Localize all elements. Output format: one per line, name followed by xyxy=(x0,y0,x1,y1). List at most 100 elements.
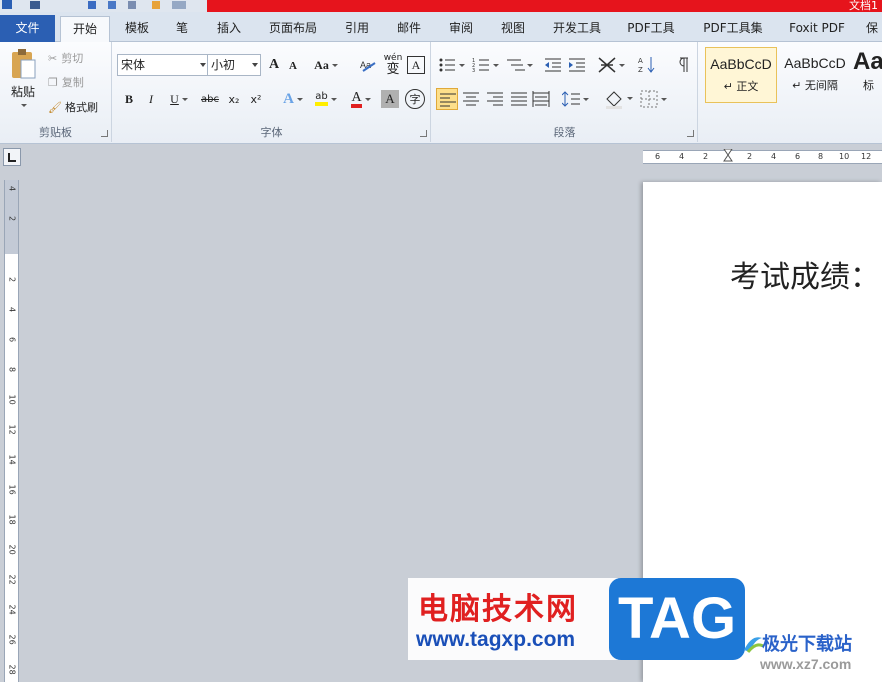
font-launcher-icon[interactable] xyxy=(420,130,427,137)
tab-page-layout[interactable]: 页面布局 xyxy=(260,16,326,42)
ruler-v-mark: 20 xyxy=(7,544,17,555)
text-effect-button[interactable]: A xyxy=(279,89,307,109)
tab-pdf-toolset[interactable]: PDF工具集 xyxy=(694,16,772,42)
phonetic-char: 变 xyxy=(386,62,400,77)
clear-format-icon[interactable]: Aa xyxy=(357,55,379,75)
quick-access-toolbar[interactable] xyxy=(2,0,202,10)
bullets-icon[interactable] xyxy=(438,56,466,74)
watermark-tag-logo: TAG xyxy=(609,578,745,660)
align-right-icon[interactable] xyxy=(486,90,504,108)
justify-icon[interactable] xyxy=(510,90,528,108)
paste-button[interactable]: 粘贴 xyxy=(4,82,42,100)
line-spacing-icon[interactable] xyxy=(562,90,590,108)
ruler-v-mark: 4 xyxy=(7,306,17,313)
clipboard-launcher-icon[interactable] xyxy=(101,130,108,137)
strikethrough-button[interactable]: abc xyxy=(199,90,221,108)
paste-dropdown[interactable] xyxy=(16,100,28,110)
horizontal-ruler[interactable]: 6 4 2 2 4 6 8 10 12 xyxy=(643,149,882,167)
ruler-h-mark: 10 xyxy=(839,152,850,161)
copy-label: 复制 xyxy=(61,76,84,89)
document-text[interactable]: 考试成绩： xyxy=(730,252,880,296)
indent-marker-icon[interactable] xyxy=(723,149,733,167)
ruler-v-mark: 22 xyxy=(7,574,17,585)
show-marks-icon[interactable] xyxy=(676,56,690,74)
increase-indent-icon[interactable] xyxy=(568,56,586,74)
tab-review[interactable]: 审阅 xyxy=(438,16,484,42)
tab-view[interactable]: 视图 xyxy=(490,16,536,42)
style-no-spacing[interactable]: AaBbCcD ↵ 无间隔 xyxy=(779,47,851,103)
tab-insert[interactable]: 插入 xyxy=(206,16,252,42)
chevron-down-icon xyxy=(364,97,371,101)
chevron-down-icon xyxy=(331,63,338,67)
font-size-combo[interactable]: 小初 xyxy=(207,54,261,76)
sort-icon[interactable]: AZ xyxy=(638,55,656,75)
highlight-button[interactable]: ab xyxy=(311,89,341,109)
tab-foxit-pdf[interactable]: Foxit PDF xyxy=(780,16,854,42)
font-color-button[interactable]: A xyxy=(347,89,375,109)
phonetic-guide-button[interactable]: wén 变 xyxy=(381,54,405,77)
group-font: 宋体 小初 A A Aa Aa wén 变 A B I U abc x₂ x² A… xyxy=(113,42,431,142)
paste-icon[interactable] xyxy=(6,46,40,84)
ruler-v-mark: 24 xyxy=(7,604,17,615)
tab-home[interactable]: 开始 xyxy=(60,16,110,43)
tab-file[interactable]: 文件 xyxy=(0,15,55,42)
grow-font-button[interactable]: A xyxy=(265,56,283,74)
ruler-v-mark: 16 xyxy=(7,484,17,495)
style-normal[interactable]: AaBbCcD ↵ 正文 xyxy=(705,47,777,103)
tab-pdf-tools[interactable]: PDF工具 xyxy=(618,16,684,42)
tab-pen[interactable]: 笔 xyxy=(164,16,200,42)
aurora-logo-icon xyxy=(744,637,764,653)
vertical-ruler[interactable]: 4 2 2 4 6 8 10 12 14 16 18 20 22 24 26 2… xyxy=(4,180,19,682)
style-heading[interactable]: Aa 标 xyxy=(853,47,882,103)
underline-button[interactable]: U xyxy=(165,90,193,108)
copy-button[interactable]: ❐ 复制 xyxy=(48,73,98,91)
align-center-icon[interactable] xyxy=(462,90,480,108)
svg-text:A: A xyxy=(638,57,643,65)
tab-selector-button[interactable] xyxy=(3,148,21,166)
watermark-download-url: www.xz7.com xyxy=(760,656,852,672)
bold-button[interactable]: B xyxy=(121,90,137,108)
superscript-button[interactable]: x² xyxy=(247,90,265,108)
distribute-icon[interactable] xyxy=(532,90,550,108)
tab-template[interactable]: 模板 xyxy=(114,16,160,42)
chinese-layout-icon[interactable] xyxy=(598,56,626,74)
italic-button[interactable]: I xyxy=(143,90,159,108)
numbering-icon[interactable]: 123 xyxy=(472,56,500,74)
subscript-button[interactable]: x₂ xyxy=(225,90,243,108)
clipboard-group-label: 剪贴板 xyxy=(39,126,72,139)
font-name-combo[interactable]: 宋体 xyxy=(117,54,209,76)
ruler-v-mark: 2 xyxy=(7,215,17,222)
ruler-v-mark: 12 xyxy=(7,424,17,435)
chevron-down-icon xyxy=(20,103,27,107)
title-bar: 文档1 xyxy=(0,0,882,12)
tab-developer[interactable]: 开发工具 xyxy=(544,16,610,42)
format-painter-button[interactable]: 🖌 格式刷 xyxy=(48,98,108,116)
chevron-down-icon xyxy=(252,63,258,67)
align-left-icon[interactable] xyxy=(436,88,458,110)
chevron-down-icon xyxy=(296,97,303,101)
font-name-value: 宋体 xyxy=(121,58,146,72)
brush-icon: 🖌 xyxy=(48,100,62,114)
enclose-char-button[interactable]: 字 xyxy=(405,89,425,109)
char-border-button[interactable]: A xyxy=(407,56,425,74)
multilevel-list-icon[interactable] xyxy=(506,56,534,74)
ruler-h-mark: 2 xyxy=(703,152,709,161)
tab-protect[interactable]: 保 xyxy=(862,16,882,42)
decrease-indent-icon[interactable] xyxy=(544,56,562,74)
change-case-button[interactable]: Aa xyxy=(311,56,341,74)
watermark-download-name: 极光下载站 xyxy=(762,634,852,655)
shading-icon[interactable] xyxy=(604,89,634,109)
style-no-spacing-name: ↵ 无间隔 xyxy=(792,79,838,92)
ruler-v-mark: 8 xyxy=(7,366,17,373)
underline-label: U xyxy=(170,91,179,106)
paragraph-launcher-icon[interactable] xyxy=(687,130,694,137)
char-shading-button[interactable]: A xyxy=(381,90,399,108)
tab-stop-icon xyxy=(8,153,16,162)
borders-icon[interactable] xyxy=(640,90,668,108)
tab-mailings[interactable]: 邮件 xyxy=(386,16,432,42)
shrink-font-button[interactable]: A xyxy=(285,58,301,74)
tab-references[interactable]: 引用 xyxy=(334,16,380,42)
ruler-h-mark: 4 xyxy=(679,152,685,161)
cut-button[interactable]: ✂ 剪切 xyxy=(48,49,98,67)
ruler-h-mark: 12 xyxy=(861,152,872,161)
